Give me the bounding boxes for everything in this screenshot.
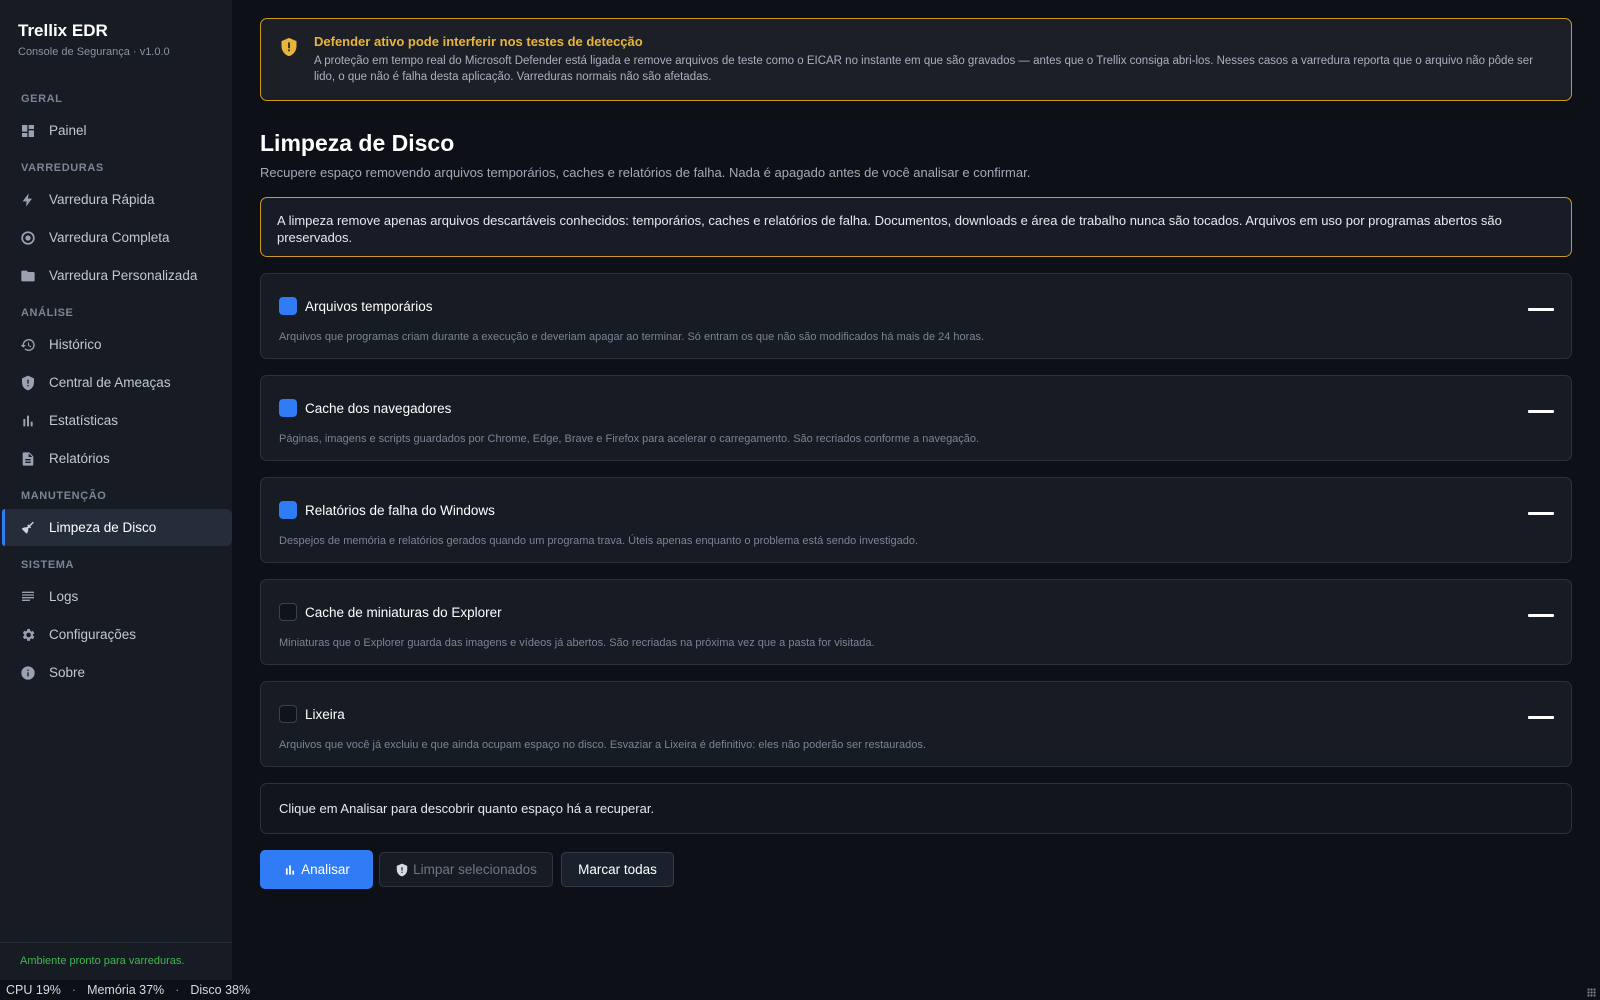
sidebar-item-varredura-rapida[interactable]: Varredura Rápida <box>2 181 232 218</box>
gear-icon <box>20 627 36 643</box>
option-description: Arquivos que programas criam durante a e… <box>279 331 985 343</box>
sidebar-item-label: Histórico <box>49 337 102 352</box>
defender-warning-banner: Defender ativo pode interferir nos teste… <box>260 18 1572 101</box>
option-checkbox[interactable] <box>279 705 297 723</box>
sidebar-item-configuracoes[interactable]: Configurações <box>2 616 232 653</box>
sidebar: Trellix EDR Console de Segurança · v1.0.… <box>0 0 232 980</box>
target-icon <box>20 230 36 246</box>
option-description: Arquivos que você já excluiu e que ainda… <box>279 739 926 751</box>
brand: Trellix EDR Console de Segurança · v1.0.… <box>18 21 170 58</box>
separator: · <box>71 983 77 997</box>
nav-section-geral: GERAL <box>21 93 63 105</box>
sidebar-item-label: Estatísticas <box>49 413 119 428</box>
shield-alert-icon <box>396 863 408 876</box>
nav-section-varreduras: VARREDURAS <box>21 162 104 174</box>
dashboard-icon <box>20 123 36 139</box>
warning-title: Defender ativo pode interferir nos teste… <box>314 34 643 49</box>
analysis-result-box: Clique em Analisar para descobrir quanto… <box>260 783 1572 834</box>
folder-icon <box>20 268 36 284</box>
history-icon <box>20 337 36 353</box>
sidebar-item-label: Limpeza de Disco <box>49 520 157 535</box>
nav-section-analise: ANÁLISE <box>21 307 74 319</box>
disk-usage: Disco 38% <box>190 983 251 997</box>
select-all-button[interactable]: Marcar todas <box>561 852 674 887</box>
option-label: Cache de miniaturas do Explorer <box>305 605 502 620</box>
sidebar-divider <box>0 942 232 943</box>
sidebar-item-relatorios[interactable]: Relatórios <box>2 440 232 477</box>
cpu-usage: CPU 19% <box>6 983 61 997</box>
option-size-placeholder <box>1528 716 1554 719</box>
resize-grip-icon[interactable] <box>1587 988 1596 997</box>
nav-section-sistema: SISTEMA <box>21 559 75 571</box>
sidebar-item-label: Sobre <box>49 665 86 680</box>
option-size-placeholder <box>1528 512 1554 515</box>
sidebar-item-varredura-personalizada[interactable]: Varredura Personalizada <box>2 257 232 294</box>
page-title: Limpeza de Disco <box>260 130 455 156</box>
nav-section-manutencao: MANUTENÇÃO <box>21 490 107 502</box>
analyze-button-label: Analisar <box>301 862 350 877</box>
option-description: Despejos de memória e relatórios gerados… <box>279 535 918 547</box>
option-label: Cache dos navegadores <box>305 401 452 416</box>
sidebar-item-sobre[interactable]: Sobre <box>2 654 232 691</box>
option-card-browser-cache: Cache dos navegadores Páginas, imagens e… <box>260 375 1572 461</box>
clean-selected-button[interactable]: Limpar selecionados <box>379 852 553 887</box>
option-checkbox[interactable] <box>279 399 297 417</box>
option-size-placeholder <box>1528 308 1554 311</box>
sidebar-item-label: Logs <box>49 589 79 604</box>
option-label: Lixeira <box>305 707 345 722</box>
sidebar-item-label: Painel <box>49 123 87 138</box>
bar-chart-icon <box>20 413 36 429</box>
option-card-crash-reports: Relatórios de falha do Windows Despejos … <box>260 477 1572 563</box>
bar-chart-icon <box>286 864 295 875</box>
document-icon <box>20 451 36 467</box>
memory-usage: Memória 37% <box>87 983 165 997</box>
option-card-recycle-bin: Lixeira Arquivos que você já excluiu e q… <box>260 681 1572 767</box>
option-description: Miniaturas que o Explorer guarda das ima… <box>279 637 875 649</box>
cleanup-info-box: A limpeza remove apenas arquivos descart… <box>260 197 1572 257</box>
sidebar-item-painel[interactable]: Painel <box>2 112 232 149</box>
sidebar-item-historico[interactable]: Histórico <box>2 326 232 363</box>
sidebar-item-central-ameacas[interactable]: Central de Ameaças <box>2 364 232 401</box>
warning-text: A proteção em tempo real do Microsoft De… <box>314 55 1534 83</box>
separator: · <box>175 983 180 997</box>
sidebar-item-label: Varredura Personalizada <box>49 268 198 283</box>
option-card-temp-files: Arquivos temporários Arquivos que progra… <box>260 273 1572 359</box>
option-label: Relatórios de falha do Windows <box>305 503 495 518</box>
option-size-placeholder <box>1528 614 1554 617</box>
option-checkbox[interactable] <box>279 297 297 315</box>
action-bar: Analisar Limpar selecionados Marcar toda… <box>260 850 1572 889</box>
sidebar-item-varredura-completa[interactable]: Varredura Completa <box>2 219 232 256</box>
option-checkbox[interactable] <box>279 603 297 621</box>
option-card-thumbnail-cache: Cache de miniaturas do Explorer Miniatur… <box>260 579 1572 665</box>
brand-subtitle: Console de Segurança · v1.0.0 <box>18 46 170 58</box>
page-subtitle: Recupere espaço removendo arquivos tempo… <box>260 165 1031 180</box>
option-size-placeholder <box>1528 410 1554 413</box>
list-icon <box>20 589 36 605</box>
main-content: Defender ativo pode interferir nos teste… <box>260 18 1572 889</box>
shield-alert-icon <box>20 375 36 391</box>
sidebar-item-label: Varredura Rápida <box>49 192 155 207</box>
brand-title: Trellix EDR <box>18 21 108 40</box>
broom-icon <box>20 520 36 536</box>
system-status-bar: CPU 19% · Memória 37% · Disco 38% <box>0 980 1600 1000</box>
sidebar-item-label: Configurações <box>49 627 137 642</box>
shield-alert-icon <box>281 37 297 57</box>
sidebar-item-label: Central de Ameaças <box>49 375 171 390</box>
info-icon <box>20 665 36 681</box>
sidebar-item-limpeza-disco[interactable]: Limpeza de Disco <box>2 509 232 546</box>
analyze-button[interactable]: Analisar <box>260 850 373 889</box>
option-description: Páginas, imagens e scripts guardados por… <box>279 433 980 445</box>
app-window: Trellix EDR Console de Segurança · v1.0.… <box>0 0 1600 1000</box>
sidebar-item-label: Relatórios <box>49 451 110 466</box>
bolt-icon <box>20 192 36 208</box>
sidebar-item-logs[interactable]: Logs <box>2 578 232 615</box>
sidebar-item-estatisticas[interactable]: Estatísticas <box>2 402 232 439</box>
clean-selected-button-label: Limpar selecionados <box>413 862 537 877</box>
sidebar-nav: GERAL Painel VARREDURAS Varredura Rápida… <box>0 88 232 692</box>
option-checkbox[interactable] <box>279 501 297 519</box>
sidebar-item-label: Varredura Completa <box>49 230 170 245</box>
status-text: Ambiente pronto para varreduras. <box>20 955 185 967</box>
option-label: Arquivos temporários <box>305 299 433 314</box>
